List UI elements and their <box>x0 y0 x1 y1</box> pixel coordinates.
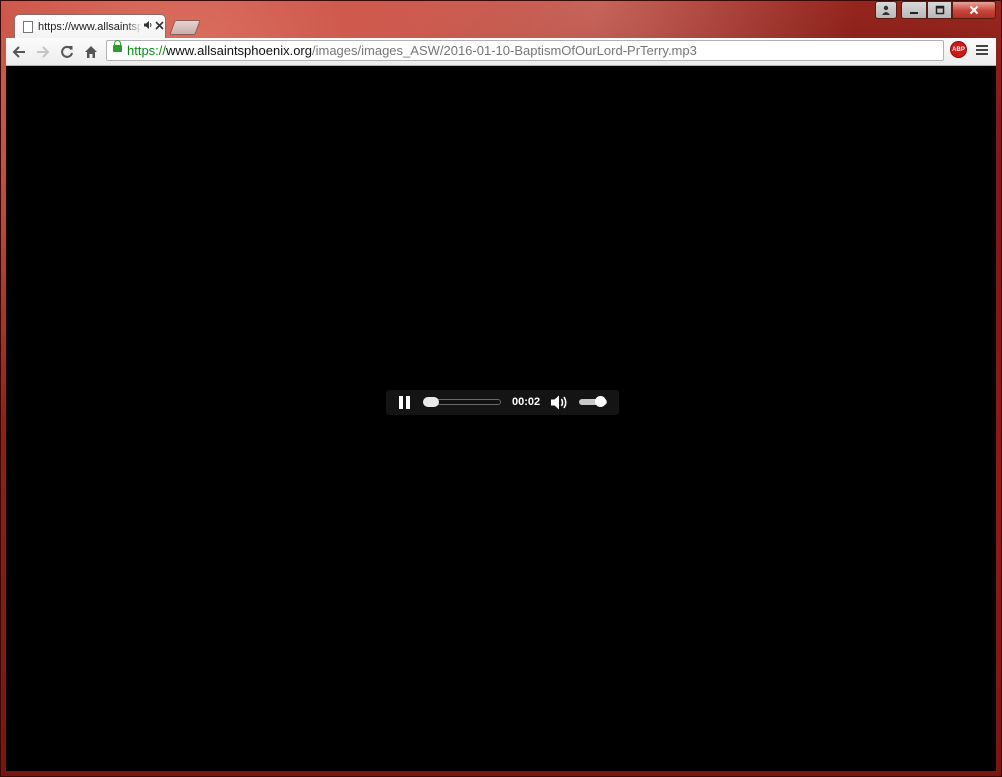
window-caption-buttons <box>875 1 996 19</box>
seek-slider[interactable] <box>423 397 501 407</box>
reload-button[interactable] <box>56 41 78 63</box>
minimize-icon <box>910 12 918 14</box>
user-icon <box>882 5 890 15</box>
url-text[interactable]: https://www.allsaintsphoenix.org/images/… <box>127 43 697 58</box>
lock-icon <box>113 40 122 52</box>
address-bar[interactable]: https://www.allsaintsphoenix.org/images/… <box>106 40 944 61</box>
volume-icon[interactable] <box>550 394 570 411</box>
url-host: www.allsaintsphoenix.org <box>166 43 312 58</box>
forward-arrow-icon <box>37 46 50 58</box>
minimize-button[interactable] <box>901 1 927 19</box>
back-arrow-icon <box>12 46 25 58</box>
adblock-extension-button[interactable]: ABP <box>950 41 967 58</box>
seek-thumb[interactable] <box>423 397 439 407</box>
url-path: /images/images_ASW/2016-01-10-BaptismOfO… <box>312 43 697 58</box>
user-profile-button[interactable] <box>875 1 897 19</box>
tab-title: https://www.allsaintsph <box>38 21 142 33</box>
maximize-icon <box>935 5 944 15</box>
forward-button[interactable] <box>32 41 54 63</box>
maximize-button[interactable] <box>927 1 952 19</box>
media-viewport: 00:02 <box>6 66 996 771</box>
speaker-icon[interactable] <box>143 20 153 33</box>
hamburger-menu-icon[interactable] <box>976 40 988 61</box>
back-button[interactable] <box>8 41 30 63</box>
window-close-button[interactable] <box>952 1 996 19</box>
reload-icon <box>61 45 73 58</box>
close-icon[interactable] <box>155 18 164 33</box>
pause-icon[interactable] <box>398 396 412 409</box>
home-icon <box>85 46 97 58</box>
audio-player-controls: 00:02 <box>386 390 619 415</box>
new-tab-button[interactable] <box>169 20 201 35</box>
url-scheme: https:// <box>127 43 167 58</box>
browser-tab[interactable]: https://www.allsaintsph <box>14 14 166 40</box>
home-button[interactable] <box>80 41 102 63</box>
volume-slider[interactable] <box>579 396 607 407</box>
browser-toolbar: https://www.allsaintsphoenix.org/images/… <box>6 38 996 66</box>
document-icon <box>23 21 33 33</box>
current-time: 00:02 <box>512 396 541 408</box>
volume-thumb[interactable] <box>595 396 606 407</box>
close-window-icon <box>969 5 979 15</box>
